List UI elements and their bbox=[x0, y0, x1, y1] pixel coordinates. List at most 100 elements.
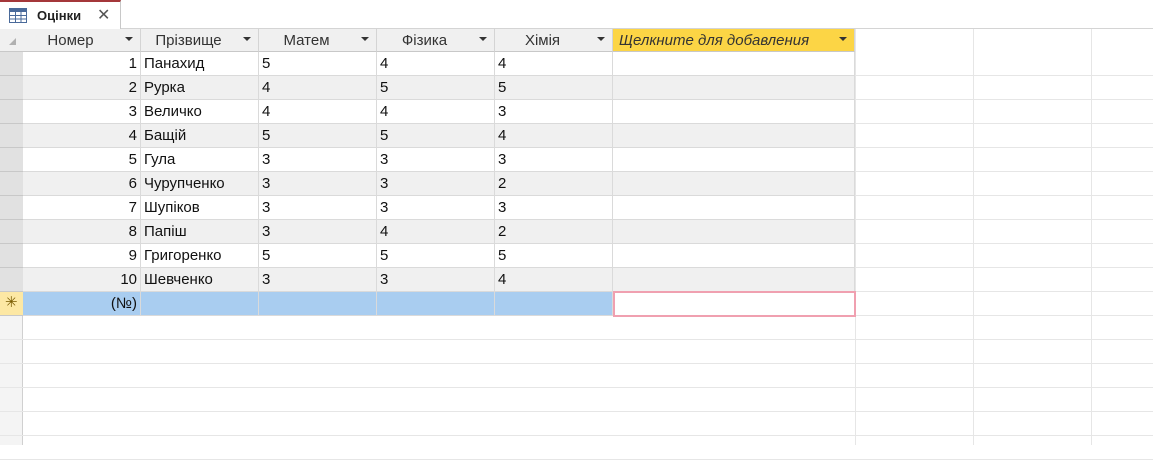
table-cell-phys[interactable]: 4 bbox=[377, 52, 495, 75]
table-row: 9 Григоренко 5 5 5 bbox=[23, 244, 855, 268]
table-cell-chem[interactable]: 5 bbox=[495, 244, 613, 267]
table-cell-phys[interactable]: 5 bbox=[377, 124, 495, 147]
table-icon bbox=[9, 8, 27, 23]
table-row: 5 Гула 3 3 3 bbox=[23, 148, 855, 172]
table-cell-phys[interactable]: 4 bbox=[377, 220, 495, 243]
table-cell-chem[interactable]: 3 bbox=[495, 196, 613, 219]
table-cell-num[interactable]: 8 bbox=[23, 220, 141, 243]
record-selector[interactable] bbox=[0, 148, 23, 172]
table-cell-empty[interactable] bbox=[613, 124, 855, 147]
table-cell-empty[interactable] bbox=[613, 268, 855, 291]
table-cell-math[interactable]: 4 bbox=[259, 76, 377, 99]
table-cell-empty[interactable] bbox=[613, 100, 855, 123]
table-cell-math[interactable]: 3 bbox=[259, 148, 377, 171]
column-header-khimiia[interactable]: Хімія bbox=[495, 29, 613, 52]
record-selector[interactable] bbox=[0, 124, 23, 148]
table-cell-num[interactable]: 9 bbox=[23, 244, 141, 267]
table-cell-math[interactable]: 3 bbox=[259, 268, 377, 291]
table-cell-math[interactable]: 4 bbox=[259, 100, 377, 123]
select-all-icon bbox=[9, 38, 16, 45]
tab-strip: Оцінки ✕ bbox=[0, 0, 1153, 30]
grid-line bbox=[855, 29, 856, 445]
table-cell-name[interactable]: Гула bbox=[141, 148, 259, 171]
select-all-corner[interactable] bbox=[0, 29, 23, 52]
table-cell-num[interactable]: 10 bbox=[23, 268, 141, 291]
new-record-cell[interactable] bbox=[377, 292, 495, 315]
table-cell-num[interactable]: 3 bbox=[23, 100, 141, 123]
table-cell-empty[interactable] bbox=[613, 148, 855, 171]
column-header-prizvyshche[interactable]: Прізвище bbox=[141, 29, 259, 52]
column-header-matem[interactable]: Матем bbox=[259, 29, 377, 52]
table-cell-empty[interactable] bbox=[613, 52, 855, 75]
table-cell-num[interactable]: 4 bbox=[23, 124, 141, 147]
table-cell-math[interactable]: 3 bbox=[259, 196, 377, 219]
table-cell-math[interactable]: 5 bbox=[259, 124, 377, 147]
table-cell-phys[interactable]: 3 bbox=[377, 196, 495, 219]
table-cell-empty[interactable] bbox=[613, 220, 855, 243]
table-cell-phys[interactable]: 3 bbox=[377, 148, 495, 171]
record-selector[interactable] bbox=[0, 52, 23, 76]
record-selector[interactable] bbox=[0, 196, 23, 220]
chevron-down-icon[interactable] bbox=[361, 37, 369, 41]
table-cell-empty[interactable] bbox=[613, 244, 855, 267]
table-cell-num[interactable]: 7 bbox=[23, 196, 141, 219]
new-record-selector[interactable]: ✳ bbox=[0, 292, 23, 316]
chevron-down-icon[interactable] bbox=[479, 37, 487, 41]
column-header-nomer[interactable]: Номер bbox=[23, 29, 141, 52]
table-cell-name[interactable]: Панахид bbox=[141, 52, 259, 75]
table-cell-name[interactable]: Рурка bbox=[141, 76, 259, 99]
chevron-down-icon[interactable] bbox=[125, 37, 133, 41]
record-selector[interactable] bbox=[0, 172, 23, 196]
new-record-cell[interactable] bbox=[141, 292, 259, 315]
column-header-fizyka[interactable]: Фізика bbox=[377, 29, 495, 52]
table-cell-chem[interactable]: 2 bbox=[495, 220, 613, 243]
new-record-cell[interactable] bbox=[613, 291, 856, 317]
chevron-down-icon[interactable] bbox=[243, 37, 251, 41]
table-cell-empty[interactable] bbox=[613, 196, 855, 219]
record-selector[interactable] bbox=[0, 244, 23, 268]
tab-ocinky[interactable]: Оцінки ✕ bbox=[0, 0, 121, 30]
column-header-add[interactable]: Щелкните для добавления bbox=[613, 29, 855, 52]
table-cell-name[interactable]: Шупіков bbox=[141, 196, 259, 219]
table-cell-empty[interactable] bbox=[613, 172, 855, 195]
table-cell-phys[interactable]: 3 bbox=[377, 268, 495, 291]
grid-line bbox=[0, 363, 1153, 364]
table-cell-phys[interactable]: 5 bbox=[377, 244, 495, 267]
new-record-cell[interactable] bbox=[495, 292, 613, 315]
table-cell-phys[interactable]: 4 bbox=[377, 100, 495, 123]
table-cell-num[interactable]: 2 bbox=[23, 76, 141, 99]
column-header-label: Матем bbox=[283, 32, 330, 49]
table-cell-chem[interactable]: 2 bbox=[495, 172, 613, 195]
record-selector[interactable] bbox=[0, 268, 23, 292]
chevron-down-icon[interactable] bbox=[839, 37, 847, 41]
table-cell-name[interactable]: Шевченко bbox=[141, 268, 259, 291]
new-record-cell[interactable] bbox=[259, 292, 377, 315]
table-cell-name[interactable]: Бащій bbox=[141, 124, 259, 147]
table-cell-chem[interactable]: 3 bbox=[495, 148, 613, 171]
record-selector[interactable] bbox=[0, 220, 23, 244]
table-cell-name[interactable]: Чурупченко bbox=[141, 172, 259, 195]
table-cell-chem[interactable]: 4 bbox=[495, 268, 613, 291]
table-cell-num[interactable]: 1 bbox=[23, 52, 141, 75]
table-cell-math[interactable]: 3 bbox=[259, 220, 377, 243]
table-cell-math[interactable]: 5 bbox=[259, 52, 377, 75]
chevron-down-icon[interactable] bbox=[597, 37, 605, 41]
table-cell-num[interactable]: 5 bbox=[23, 148, 141, 171]
table-cell-name[interactable]: Величко bbox=[141, 100, 259, 123]
table-cell-empty[interactable] bbox=[613, 76, 855, 99]
table-cell-math[interactable]: 3 bbox=[259, 172, 377, 195]
table-cell-chem[interactable]: 4 bbox=[495, 52, 613, 75]
record-selector[interactable] bbox=[0, 76, 23, 100]
table-cell-phys[interactable]: 3 bbox=[377, 172, 495, 195]
table-cell-phys[interactable]: 5 bbox=[377, 76, 495, 99]
new-record-autonumber[interactable]: (№) bbox=[23, 292, 141, 315]
table-cell-chem[interactable]: 5 bbox=[495, 76, 613, 99]
table-cell-name[interactable]: Григоренко bbox=[141, 244, 259, 267]
table-cell-num[interactable]: 6 bbox=[23, 172, 141, 195]
table-cell-name[interactable]: Папіш bbox=[141, 220, 259, 243]
table-cell-chem[interactable]: 3 bbox=[495, 100, 613, 123]
close-icon[interactable]: ✕ bbox=[97, 5, 110, 25]
table-cell-math[interactable]: 5 bbox=[259, 244, 377, 267]
record-selector[interactable] bbox=[0, 100, 23, 124]
table-cell-chem[interactable]: 4 bbox=[495, 124, 613, 147]
